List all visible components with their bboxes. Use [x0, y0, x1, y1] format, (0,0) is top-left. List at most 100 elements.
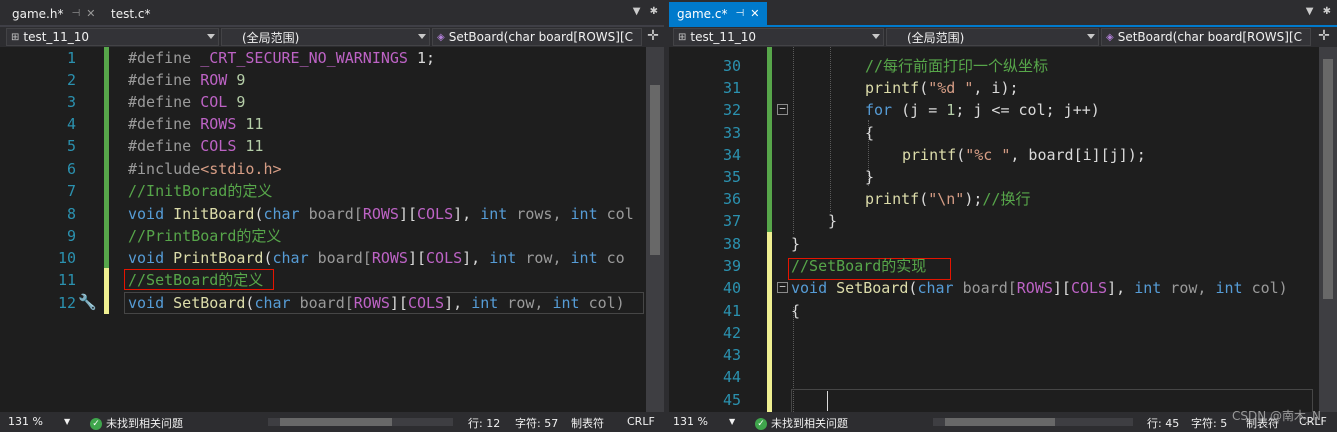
- pin-icon[interactable]: ⊣: [71, 8, 80, 19]
- project-icon: ⊞: [678, 31, 687, 43]
- scope-dropdown[interactable]: (全局范围): [886, 28, 1099, 46]
- eol-indicator[interactable]: CRLF: [627, 415, 655, 428]
- check-icon: ✓: [90, 418, 102, 430]
- line-number: 36: [722, 190, 741, 208]
- line-number: 31: [722, 79, 741, 97]
- vertical-scrollbar[interactable]: [646, 47, 664, 412]
- zoom-level[interactable]: 131 %: [8, 415, 43, 428]
- line-number: 33: [722, 124, 741, 142]
- tab-label: test.c*: [111, 6, 151, 21]
- line-number: 8: [66, 205, 76, 223]
- issues-indicator[interactable]: ✓ 未找到相关问题: [755, 415, 848, 431]
- member-dropdown[interactable]: ◈ SetBoard(char board[ROWS][C: [1101, 28, 1311, 46]
- tab-game-c[interactable]: game.c* ⊣ ✕: [669, 2, 768, 25]
- pin-icon[interactable]: ⊣: [735, 8, 744, 19]
- scroll-thumb[interactable]: [945, 418, 1055, 426]
- change-margin-saved: [767, 47, 772, 232]
- close-icon[interactable]: ✕: [86, 7, 95, 20]
- line-number: 39: [722, 257, 741, 275]
- navigation-bar: ⊞ test_11_10 (全局范围) ◈ SetBoard(char boar…: [669, 27, 1337, 47]
- scope-dropdown[interactable]: (全局范围): [221, 28, 430, 46]
- chevron-down-icon: [1087, 34, 1095, 39]
- project-name: test_11_10: [23, 30, 89, 44]
- change-margin-saved: [104, 47, 109, 268]
- chevron-down-icon: [207, 34, 215, 39]
- vertical-scrollbar[interactable]: [1319, 47, 1337, 412]
- right-tab-bar: game.c* ⊣ ✕ ▼ ✱: [669, 0, 1337, 27]
- line-number: 3: [66, 93, 76, 111]
- chevron-down-icon: [418, 34, 426, 39]
- split-window-button[interactable]: ✛: [644, 28, 662, 46]
- line-number: 38: [722, 235, 741, 253]
- line-number: 35: [722, 168, 741, 186]
- code-line: #define ROWS 11: [128, 115, 264, 133]
- char-indicator: 字符: 57: [515, 417, 559, 430]
- code-line: printf("%d ", i);: [865, 79, 1019, 97]
- line-number: 43: [722, 346, 741, 364]
- code-line: void SetBoard(char board[ROWS][COLS], in…: [128, 294, 625, 312]
- chevron-down-icon[interactable]: ▼: [64, 417, 70, 426]
- chevron-down-icon[interactable]: ▼: [729, 417, 735, 426]
- close-icon[interactable]: ✕: [750, 7, 759, 20]
- left-tab-bar: game.h* ⊣ ✕ test.c* ▼ ✱: [0, 0, 664, 27]
- zoom-level[interactable]: 131 %: [673, 415, 708, 428]
- gear-icon[interactable]: ✱: [1323, 6, 1331, 17]
- line-number: 30: [722, 57, 741, 75]
- gear-icon[interactable]: ✱: [650, 6, 658, 17]
- line-number: 11: [57, 271, 76, 289]
- left-code-editor[interactable]: 🔧 1 2 3 4 5 6 7 8 9 10 11 12 #define _CR…: [0, 47, 664, 412]
- tab-test-c[interactable]: test.c*: [103, 2, 158, 25]
- collapse-icon[interactable]: −: [777, 103, 788, 115]
- tab-game-h[interactable]: game.h* ⊣ ✕: [4, 2, 103, 25]
- code-line: printf("\n");//换行: [865, 190, 1031, 208]
- indent-guide: [830, 47, 831, 212]
- code-line: }: [865, 168, 875, 186]
- chevron-down-icon: [872, 34, 880, 39]
- scope-name: (全局范围): [907, 30, 965, 45]
- tab-label: game.h*: [12, 6, 64, 21]
- code-comment: //SetBoard的定义: [128, 271, 264, 289]
- watermark: CSDN @南木_N: [1231, 409, 1321, 423]
- code-line: #define _CRT_SECURE_NO_WARNINGS 1;: [128, 49, 436, 67]
- code-comment: //每行前面打印一个纵坐标: [865, 57, 1049, 75]
- code-line: #define COLS 11: [128, 137, 264, 155]
- code-line: #define COL 9: [128, 93, 246, 111]
- code-comment: //InitBorad的定义: [128, 182, 273, 200]
- project-dropdown[interactable]: ⊞ test_11_10: [6, 28, 219, 46]
- code-line: #define ROW 9: [128, 71, 246, 89]
- code-line: }: [828, 212, 838, 230]
- horizontal-scrollbar[interactable]: [933, 418, 1133, 426]
- right-code-editor[interactable]: − − 30 31 32 33 34 35 36 37 38 39 40 41 …: [669, 47, 1337, 412]
- tabs-indicator[interactable]: 制表符: [571, 415, 604, 431]
- dropdown-arrow-icon[interactable]: ▼: [633, 6, 641, 17]
- tab-tools: ▼ ✱: [1306, 6, 1331, 17]
- quick-action-icon[interactable]: 🔧: [78, 293, 97, 311]
- line-number: 34: [722, 146, 741, 164]
- tab-label: game.c*: [677, 6, 728, 21]
- function-icon: ◈: [1106, 31, 1114, 43]
- line-number: 4: [66, 115, 76, 133]
- right-editor-pane: game.c* ⊣ ✕ ▼ ✱ ⊞ test_11_10 (全局范围) ◈ Se…: [669, 0, 1337, 432]
- horizontal-scrollbar[interactable]: [268, 418, 453, 426]
- dropdown-arrow-icon[interactable]: ▼: [1306, 6, 1314, 17]
- scroll-thumb[interactable]: [1323, 59, 1333, 299]
- code-line: #include<stdio.h>: [128, 160, 282, 178]
- line-number: 45: [722, 391, 741, 409]
- indent-guide: [793, 47, 794, 234]
- project-dropdown[interactable]: ⊞ test_11_10: [673, 28, 884, 46]
- line-number: 7: [66, 182, 76, 200]
- navigation-bar: ⊞ test_11_10 (全局范围) ◈ SetBoard(char boar…: [0, 27, 664, 47]
- scroll-thumb[interactable]: [650, 85, 660, 255]
- collapse-icon[interactable]: −: [777, 281, 788, 293]
- code-line: {: [865, 124, 875, 142]
- code-line: printf("%c ", board[i][j]);: [902, 146, 1146, 164]
- project-icon: ⊞: [11, 31, 20, 43]
- split-window-button[interactable]: ✛: [1315, 28, 1333, 46]
- line-number: 44: [722, 368, 741, 386]
- function-icon: ◈: [437, 31, 445, 43]
- tab-tools: ▼ ✱: [633, 6, 658, 17]
- issues-indicator[interactable]: ✓ 未找到相关问题: [90, 415, 183, 431]
- scroll-thumb[interactable]: [280, 418, 392, 426]
- member-dropdown[interactable]: ◈ SetBoard(char board[ROWS][C: [432, 28, 642, 46]
- code-comment: //SetBoard的实现: [791, 257, 927, 275]
